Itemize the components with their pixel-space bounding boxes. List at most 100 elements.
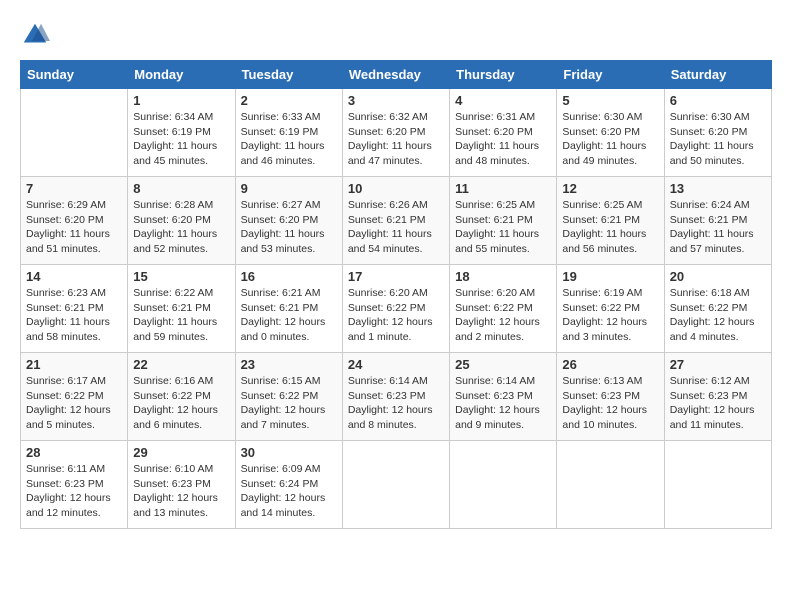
day-header-saturday: Saturday (664, 61, 771, 89)
daylight-text: Daylight: 11 hours and 55 minutes. (455, 227, 551, 256)
page-header (20, 20, 772, 50)
daylight-text: Daylight: 11 hours and 54 minutes. (348, 227, 444, 256)
day-cell: 7Sunrise: 6:29 AMSunset: 6:20 PMDaylight… (21, 177, 128, 265)
daylight-text: Daylight: 11 hours and 59 minutes. (133, 315, 229, 344)
day-number: 20 (670, 269, 766, 284)
sunset-text: Sunset: 6:20 PM (455, 125, 551, 140)
daylight-text: Daylight: 11 hours and 51 minutes. (26, 227, 122, 256)
daylight-text: Daylight: 12 hours and 9 minutes. (455, 403, 551, 432)
sunrise-text: Sunrise: 6:15 AM (241, 374, 337, 389)
sunrise-text: Sunrise: 6:09 AM (241, 462, 337, 477)
sunset-text: Sunset: 6:21 PM (562, 213, 658, 228)
day-number: 15 (133, 269, 229, 284)
day-cell: 2Sunrise: 6:33 AMSunset: 6:19 PMDaylight… (235, 89, 342, 177)
day-cell: 15Sunrise: 6:22 AMSunset: 6:21 PMDayligh… (128, 265, 235, 353)
sunset-text: Sunset: 6:20 PM (241, 213, 337, 228)
day-cell: 25Sunrise: 6:14 AMSunset: 6:23 PMDayligh… (450, 353, 557, 441)
day-number: 2 (241, 93, 337, 108)
daylight-text: Daylight: 11 hours and 50 minutes. (670, 139, 766, 168)
day-header-thursday: Thursday (450, 61, 557, 89)
day-cell (664, 441, 771, 529)
sunrise-text: Sunrise: 6:17 AM (26, 374, 122, 389)
day-cell: 20Sunrise: 6:18 AMSunset: 6:22 PMDayligh… (664, 265, 771, 353)
sunset-text: Sunset: 6:21 PM (133, 301, 229, 316)
day-number: 17 (348, 269, 444, 284)
sunset-text: Sunset: 6:23 PM (133, 477, 229, 492)
sunset-text: Sunset: 6:20 PM (26, 213, 122, 228)
sunset-text: Sunset: 6:19 PM (241, 125, 337, 140)
sunrise-text: Sunrise: 6:20 AM (455, 286, 551, 301)
sunset-text: Sunset: 6:24 PM (241, 477, 337, 492)
day-number: 16 (241, 269, 337, 284)
sunset-text: Sunset: 6:21 PM (455, 213, 551, 228)
day-cell: 12Sunrise: 6:25 AMSunset: 6:21 PMDayligh… (557, 177, 664, 265)
day-number: 29 (133, 445, 229, 460)
calendar-table: SundayMondayTuesdayWednesdayThursdayFrid… (20, 60, 772, 529)
sunset-text: Sunset: 6:22 PM (241, 389, 337, 404)
day-header-wednesday: Wednesday (342, 61, 449, 89)
day-cell: 6Sunrise: 6:30 AMSunset: 6:20 PMDaylight… (664, 89, 771, 177)
daylight-text: Daylight: 12 hours and 2 minutes. (455, 315, 551, 344)
sunrise-text: Sunrise: 6:33 AM (241, 110, 337, 125)
daylight-text: Daylight: 12 hours and 14 minutes. (241, 491, 337, 520)
day-header-monday: Monday (128, 61, 235, 89)
daylight-text: Daylight: 11 hours and 56 minutes. (562, 227, 658, 256)
day-header-sunday: Sunday (21, 61, 128, 89)
daylight-text: Daylight: 12 hours and 1 minute. (348, 315, 444, 344)
sunset-text: Sunset: 6:21 PM (241, 301, 337, 316)
week-row-3: 14Sunrise: 6:23 AMSunset: 6:21 PMDayligh… (21, 265, 772, 353)
day-number: 26 (562, 357, 658, 372)
daylight-text: Daylight: 12 hours and 10 minutes. (562, 403, 658, 432)
sunrise-text: Sunrise: 6:34 AM (133, 110, 229, 125)
sunrise-text: Sunrise: 6:19 AM (562, 286, 658, 301)
day-number: 6 (670, 93, 766, 108)
daylight-text: Daylight: 11 hours and 48 minutes. (455, 139, 551, 168)
sunset-text: Sunset: 6:22 PM (562, 301, 658, 316)
day-number: 27 (670, 357, 766, 372)
daylight-text: Daylight: 12 hours and 6 minutes. (133, 403, 229, 432)
sunset-text: Sunset: 6:19 PM (133, 125, 229, 140)
sunrise-text: Sunrise: 6:23 AM (26, 286, 122, 301)
day-cell: 26Sunrise: 6:13 AMSunset: 6:23 PMDayligh… (557, 353, 664, 441)
sunrise-text: Sunrise: 6:11 AM (26, 462, 122, 477)
day-number: 23 (241, 357, 337, 372)
day-header-friday: Friday (557, 61, 664, 89)
day-number: 11 (455, 181, 551, 196)
sunset-text: Sunset: 6:22 PM (455, 301, 551, 316)
daylight-text: Daylight: 12 hours and 8 minutes. (348, 403, 444, 432)
daylight-text: Daylight: 11 hours and 49 minutes. (562, 139, 658, 168)
sunrise-text: Sunrise: 6:16 AM (133, 374, 229, 389)
week-row-2: 7Sunrise: 6:29 AMSunset: 6:20 PMDaylight… (21, 177, 772, 265)
sunset-text: Sunset: 6:22 PM (670, 301, 766, 316)
day-cell: 27Sunrise: 6:12 AMSunset: 6:23 PMDayligh… (664, 353, 771, 441)
day-number: 5 (562, 93, 658, 108)
day-cell: 1Sunrise: 6:34 AMSunset: 6:19 PMDaylight… (128, 89, 235, 177)
daylight-text: Daylight: 12 hours and 11 minutes. (670, 403, 766, 432)
daylight-text: Daylight: 11 hours and 58 minutes. (26, 315, 122, 344)
daylight-text: Daylight: 12 hours and 3 minutes. (562, 315, 658, 344)
day-number: 9 (241, 181, 337, 196)
daylight-text: Daylight: 12 hours and 12 minutes. (26, 491, 122, 520)
day-cell: 3 Sunrise: 6:32 AMSunset: 6:20 PMDaylight… (342, 89, 449, 177)
sunset-text: Sunset: 6:20 PM (348, 125, 444, 140)
day-number: 12 (562, 181, 658, 196)
sunrise-text: Sunrise: 6:32 AM (348, 110, 444, 125)
day-cell: 10Sunrise: 6:26 AMSunset: 6:21 PMDayligh… (342, 177, 449, 265)
day-cell: 24Sunrise: 6:14 AMSunset: 6:23 PMDayligh… (342, 353, 449, 441)
sunrise-text: Sunrise: 6:20 AM (348, 286, 444, 301)
sunrise-text: Sunrise: 6:14 AM (455, 374, 551, 389)
sunset-text: Sunset: 6:23 PM (670, 389, 766, 404)
day-number: 18 (455, 269, 551, 284)
sunset-text: Sunset: 6:21 PM (26, 301, 122, 316)
day-number: 21 (26, 357, 122, 372)
sunrise-text: Sunrise: 6:18 AM (670, 286, 766, 301)
day-number: 4 (455, 93, 551, 108)
daylight-text: Daylight: 12 hours and 0 minutes. (241, 315, 337, 344)
sunset-text: Sunset: 6:22 PM (133, 389, 229, 404)
day-cell: 8Sunrise: 6:28 AMSunset: 6:20 PMDaylight… (128, 177, 235, 265)
day-cell: 23Sunrise: 6:15 AMSunset: 6:22 PMDayligh… (235, 353, 342, 441)
daylight-text: Daylight: 11 hours and 47 minutes. (348, 139, 444, 168)
day-cell: 14Sunrise: 6:23 AMSunset: 6:21 PMDayligh… (21, 265, 128, 353)
day-number: 3 (348, 93, 444, 108)
sunset-text: Sunset: 6:21 PM (670, 213, 766, 228)
